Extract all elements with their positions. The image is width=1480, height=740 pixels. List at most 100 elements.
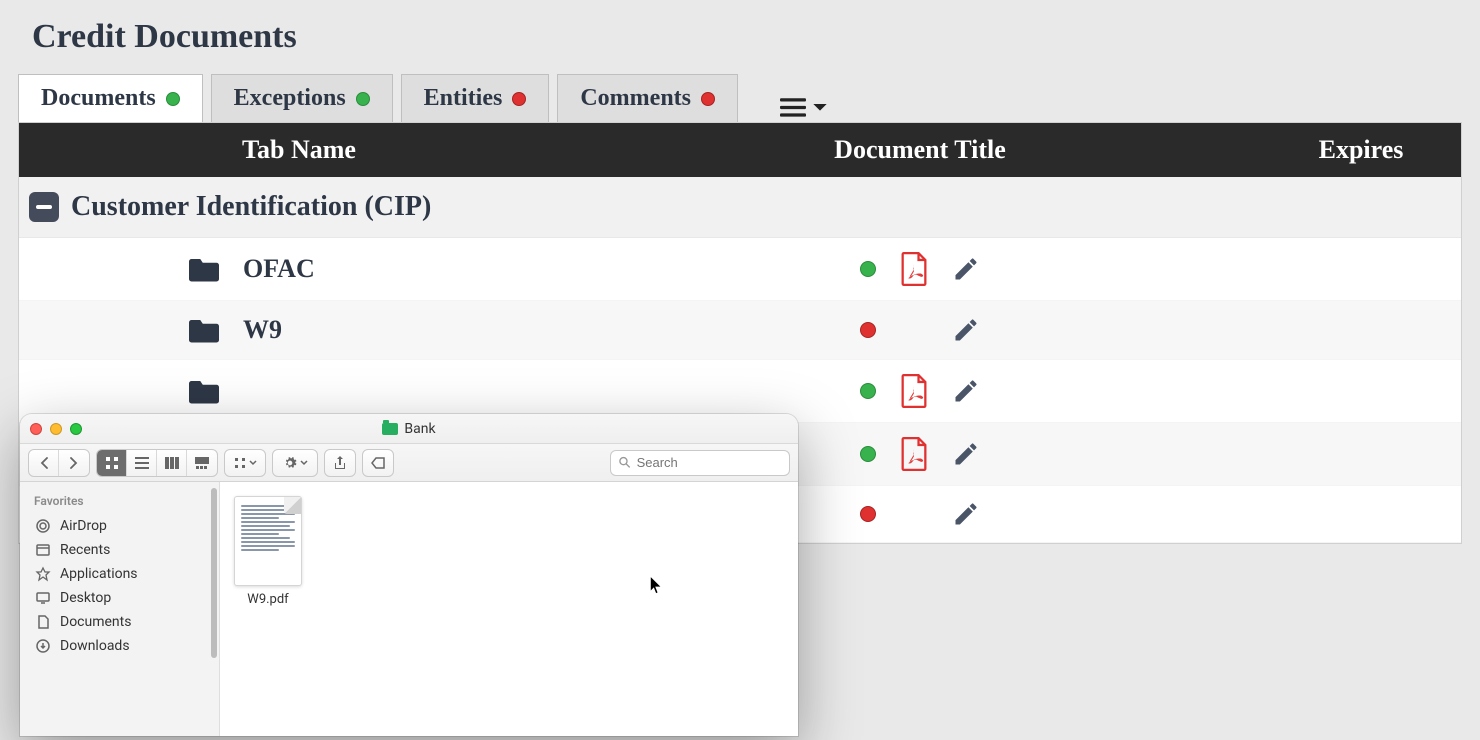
share-icon [334,456,346,470]
table-header: Tab Name Document Title Expires [19,123,1461,177]
page-title: Credit Documents [32,18,1480,56]
finder-content[interactable]: W9.pdf [220,482,798,736]
search-input[interactable] [637,455,781,470]
sidebar-item-label: Recents [60,542,110,558]
folder-icon [189,378,219,404]
tags-button[interactable] [363,450,393,476]
view-mode-buttons [96,449,218,477]
folder-icon [189,256,219,282]
status-dot-icon [860,383,876,399]
search-field[interactable] [610,450,790,476]
finder-titlebar[interactable]: Bank [20,414,798,444]
recents-icon [34,542,52,558]
view-gallery-button[interactable] [187,450,217,476]
pdf-icon[interactable] [900,374,928,408]
status-dot-icon [701,92,715,106]
finder-sidebar: Favorites AirDrop Recents Applications Desk… [20,482,220,736]
hamburger-icon [780,98,806,118]
scrollbar-thumb[interactable] [211,488,217,658]
finder-title: Bank [20,421,798,437]
view-columns-button[interactable] [157,450,187,476]
group-title: Customer Identification (CIP) [71,191,431,223]
status-dot-icon [356,92,370,106]
share-button-group [324,449,356,477]
folder-icon [382,423,398,435]
tab-label: Exceptions [234,85,346,112]
sidebar-item-label: Downloads [60,638,130,654]
pdf-icon[interactable] [900,437,928,471]
forward-button[interactable] [59,450,89,476]
sidebar-item-label: Desktop [60,590,111,606]
status-dot-icon [860,446,876,462]
tab-comments[interactable]: Comments [557,74,738,122]
status-dot-icon [860,261,876,277]
pdf-icon[interactable] [900,252,928,286]
sidebar-item-desktop[interactable]: Desktop [26,586,213,610]
pencil-icon[interactable] [952,440,980,468]
finder-window[interactable]: Bank [20,414,798,736]
nav-buttons [28,449,90,477]
sidebar-scrollbar[interactable] [211,488,217,730]
pencil-icon[interactable] [952,255,980,283]
chevron-down-icon [812,102,828,114]
pencil-icon[interactable] [952,316,980,344]
tab-documents[interactable]: Documents [18,74,203,122]
traffic-light-zoom[interactable] [70,423,82,435]
pencil-icon[interactable] [952,377,980,405]
back-button[interactable] [29,450,59,476]
columns-icon [165,457,179,469]
sidebar-header: Favorites [26,490,213,514]
status-dot-icon [860,506,876,522]
gear-icon [283,456,297,470]
column-header-expires: Expires [1261,135,1461,165]
chevron-down-icon [300,460,308,466]
apps-icon [34,566,52,582]
airdrop-icon [34,518,52,534]
share-button[interactable] [325,450,355,476]
sidebar-item-label: Applications [60,566,138,582]
search-icon [619,456,631,469]
overflow-menu-button[interactable] [776,94,832,122]
file-thumbnail [234,496,302,586]
status-dot-icon [512,92,526,106]
document-name: OFAC [243,254,315,284]
sidebar-item-recents[interactable]: Recents [26,538,213,562]
sidebar-item-downloads[interactable]: Downloads [26,634,213,658]
status-dot-icon [860,322,876,338]
action-dropdown[interactable] [273,450,317,476]
file-item[interactable]: W9.pdf [234,496,302,607]
group-row[interactable]: Customer Identification (CIP) [19,177,1461,238]
folder-icon [189,317,219,343]
column-header-tabname: Tab Name [19,135,579,165]
documents-icon [34,614,52,630]
tab-exceptions[interactable]: Exceptions [211,74,393,122]
tab-label: Comments [580,85,691,112]
collapse-toggle[interactable] [29,192,59,222]
view-list-button[interactable] [127,450,157,476]
tags-button-group [362,449,394,477]
action-button[interactable] [272,449,318,477]
tab-label: Documents [41,85,156,112]
arrange-dropdown[interactable] [225,450,265,476]
arrange-button[interactable] [224,449,266,477]
file-label: W9.pdf [247,592,288,607]
traffic-light-minimize[interactable] [50,423,62,435]
sidebar-item-applications[interactable]: Applications [26,562,213,586]
pencil-icon[interactable] [952,500,980,528]
list-icon [135,457,149,469]
desktop-icon [34,590,52,606]
view-icons-button[interactable] [97,450,127,476]
minus-icon [36,205,52,209]
table-row[interactable]: W9 [19,301,1461,360]
grid-small-icon [234,457,246,469]
tab-entities[interactable]: Entities [401,74,550,122]
grid-icon [105,456,119,470]
document-name: W9 [243,315,282,345]
status-dot-icon [166,92,180,106]
table-row[interactable]: OFAC [19,238,1461,301]
sidebar-item-documents[interactable]: Documents [26,610,213,634]
tab-label: Entities [424,85,503,112]
traffic-light-close[interactable] [30,423,42,435]
sidebar-item-airdrop[interactable]: AirDrop [26,514,213,538]
column-header-doctitle: Document Title [579,135,1261,165]
